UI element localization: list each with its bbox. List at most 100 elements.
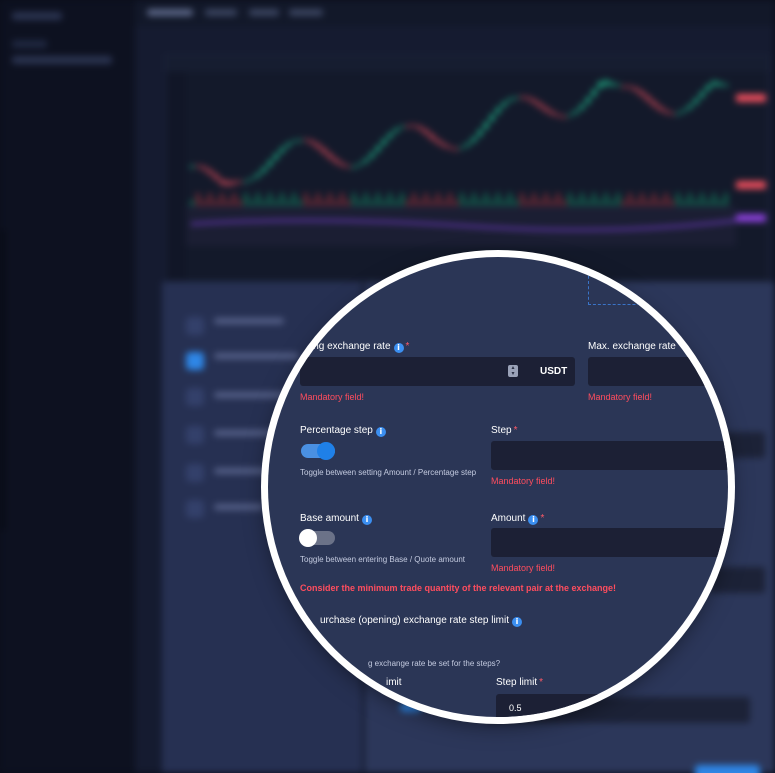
candle <box>250 177 254 181</box>
candle <box>352 166 356 169</box>
amount-error: Mandatory field! <box>491 563 556 573</box>
candle <box>538 102 542 108</box>
volume-bar <box>196 193 200 206</box>
volume-bar <box>496 193 500 206</box>
min-rate-input[interactable] <box>300 357 575 386</box>
volume-bar <box>274 200 278 206</box>
step-limit-section-title: urchase (opening) exchange rate step lim… <box>320 615 522 627</box>
candle <box>706 84 710 91</box>
candle <box>436 139 440 144</box>
candle <box>562 116 566 119</box>
sidebar-item <box>12 12 62 20</box>
volume-bar <box>664 193 668 206</box>
candle <box>262 167 266 173</box>
candle <box>190 165 194 168</box>
volume-bar <box>706 200 710 206</box>
volume-bar <box>718 200 722 206</box>
candle <box>640 90 644 97</box>
candle <box>700 91 704 98</box>
volume-bar <box>280 193 284 206</box>
volume-bar <box>508 193 512 206</box>
candle <box>652 100 656 107</box>
volume-bar <box>214 200 218 206</box>
number-spinner-icon[interactable]: ▴ ▾ <box>508 365 518 377</box>
top-tab <box>249 9 279 16</box>
volume-bar <box>340 193 344 206</box>
candle <box>418 126 422 131</box>
candle <box>238 181 242 183</box>
percentage-step-toggle[interactable] <box>301 442 335 460</box>
candle <box>298 139 302 142</box>
candle <box>310 140 314 145</box>
candle <box>394 128 398 133</box>
step-marker-active <box>186 352 204 370</box>
volume-bar <box>316 193 320 206</box>
info-icon[interactable]: i <box>361 515 372 525</box>
candle <box>220 179 224 185</box>
info-icon[interactable]: i <box>528 515 539 525</box>
max-rate-input[interactable] <box>588 357 728 386</box>
min-trade-warning: Consider the minimum trade quantity of t… <box>300 583 617 593</box>
candle <box>286 143 290 148</box>
step-label <box>214 468 274 474</box>
candle <box>268 160 272 167</box>
blurred-button <box>695 765 760 773</box>
volume-bar <box>364 193 368 206</box>
candle <box>502 102 506 107</box>
top-tab <box>205 9 237 16</box>
candle <box>712 80 716 86</box>
volume-bar <box>286 200 290 206</box>
candle <box>610 82 614 86</box>
candle <box>280 147 284 154</box>
volume-bar <box>514 200 518 206</box>
candle <box>616 84 620 87</box>
volume-bar <box>208 193 212 206</box>
volume-bar <box>328 193 332 206</box>
volume-bar <box>436 193 440 206</box>
volume-bar <box>646 200 650 206</box>
base-amount-toggle[interactable] <box>299 529 335 547</box>
step-marker <box>186 426 204 444</box>
candle <box>628 86 632 89</box>
sidebar-item <box>12 40 47 48</box>
screen: ing exchange rate i * ▴ ▾ USDT Mandatory fi… <box>0 0 775 773</box>
volume-bar <box>424 193 428 206</box>
volume-bar <box>334 200 338 206</box>
step-marker <box>186 500 204 518</box>
percentage-step-label: Percentage step i <box>300 425 386 437</box>
max-rate-error: Mandatory field! <box>588 392 653 402</box>
volume-bar <box>454 200 458 206</box>
step-label <box>214 504 264 510</box>
candle <box>208 169 212 175</box>
volume-bar <box>358 200 362 206</box>
candle <box>508 98 512 102</box>
info-icon[interactable]: i <box>512 617 522 627</box>
volume-bar <box>676 193 680 206</box>
info-icon[interactable]: i <box>375 427 386 437</box>
volume-bar <box>394 200 398 206</box>
volume-bar <box>478 200 482 206</box>
volume-bar <box>370 200 374 206</box>
candle <box>256 173 260 178</box>
candle <box>670 112 674 115</box>
candle <box>442 143 446 147</box>
volume-bar <box>580 193 584 206</box>
candle <box>580 104 584 110</box>
volume-bar <box>712 193 716 206</box>
step-input[interactable] <box>491 441 728 470</box>
min-rate-label: ing exchange rate i * <box>311 341 410 353</box>
max-rate-label: Max. exchange rate <box>588 341 676 352</box>
info-icon[interactable]: i <box>393 343 404 353</box>
step-limit-input[interactable] <box>496 694 728 717</box>
volume-bar <box>298 200 302 206</box>
step-limit-label: Step limit * <box>496 677 544 688</box>
amount-input[interactable] <box>491 528 728 557</box>
candle <box>328 153 332 159</box>
candle <box>586 97 590 104</box>
volume-bar <box>238 200 242 206</box>
volume-bar <box>682 200 686 206</box>
candle <box>520 96 524 99</box>
volume-bar <box>472 193 476 206</box>
candle <box>364 158 368 163</box>
candle <box>466 142 470 147</box>
